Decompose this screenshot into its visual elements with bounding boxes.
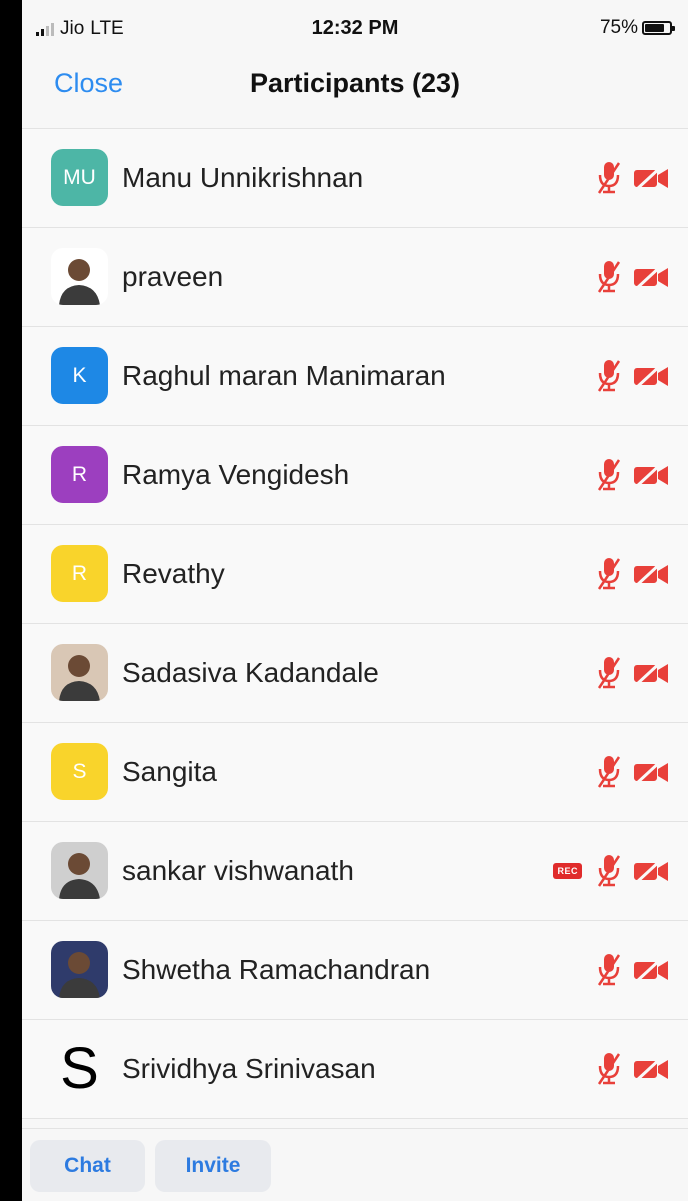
- avatar: [51, 248, 108, 305]
- participant-name: Sadasiva Kadandale: [122, 657, 379, 688]
- battery-percent: 75%: [599, 17, 638, 38]
- participant-list: MU Manu Unnikrishnan praveen K Raghul mara…: [22, 128, 688, 1119]
- participant-row[interactable]: K Raghul maran Manimaran: [22, 327, 688, 426]
- participant-status-icons: [596, 160, 670, 196]
- mic-muted-icon: [596, 1051, 622, 1087]
- nav-bar: Close Participants (23): [22, 58, 688, 122]
- participant-name: Shwetha Ramachandran: [122, 954, 431, 985]
- participant-name: sankar vishwanath: [122, 855, 354, 886]
- avatar: R: [51, 446, 108, 503]
- avatar: K: [51, 347, 108, 404]
- participant-name: Ramya Vengidesh: [122, 459, 350, 490]
- avatar: MU: [51, 149, 108, 206]
- video-off-icon: [632, 659, 670, 687]
- participant-row[interactable]: R Ramya Vengidesh: [22, 426, 688, 525]
- video-off-icon: [632, 758, 670, 786]
- chat-button[interactable]: Chat: [30, 1140, 145, 1192]
- avatar: [51, 842, 108, 899]
- avatar-initials: R: [71, 462, 88, 486]
- participant-status-icons: [596, 556, 670, 592]
- bottom-bar: Chat Invite: [22, 1128, 688, 1201]
- avatar-initials: R: [71, 561, 88, 585]
- video-off-icon: [632, 956, 670, 984]
- mic-muted-icon: [596, 655, 622, 691]
- battery-status: 75%: [599, 17, 675, 39]
- avatar-initials: S: [60, 1040, 99, 1097]
- battery-icon: [642, 21, 675, 35]
- avatar-initials: MU: [63, 165, 96, 189]
- participant-status-icons: [596, 457, 670, 493]
- participant-status-icons: [596, 754, 670, 790]
- video-off-icon: [632, 461, 670, 489]
- mic-muted-icon: [596, 259, 622, 295]
- mic-muted-icon: [596, 457, 622, 493]
- clock: 12:32 PM: [311, 17, 399, 39]
- avatar: [51, 941, 108, 998]
- status-bar: Jio LTE 12:32 PM 75%: [22, 0, 688, 58]
- participant-name: Revathy: [122, 558, 225, 589]
- page-title: Participants (23): [249, 68, 461, 98]
- video-off-icon: [632, 362, 670, 390]
- avatar: S: [51, 1040, 108, 1097]
- mic-muted-icon: [596, 358, 622, 394]
- participant-status-icons: [596, 952, 670, 988]
- avatar-initials: K: [72, 363, 87, 387]
- avatar: S: [51, 743, 108, 800]
- invite-button[interactable]: Invite: [155, 1140, 271, 1192]
- participant-status-icons: [596, 358, 670, 394]
- video-off-icon: [632, 857, 670, 885]
- participant-row[interactable]: R Revathy: [22, 525, 688, 624]
- participant-status-icons: [596, 655, 670, 691]
- participant-row[interactable]: S Srividhya Srinivasan: [22, 1020, 688, 1119]
- participant-row[interactable]: sankar vishwanath REC: [22, 822, 688, 921]
- participant-name: Manu Unnikrishnan: [122, 162, 364, 193]
- participant-name: Sangita: [122, 756, 217, 787]
- video-off-icon: [632, 164, 670, 192]
- mic-muted-icon: [596, 853, 622, 889]
- avatar: R: [51, 545, 108, 602]
- participant-row[interactable]: MU Manu Unnikrishnan: [22, 129, 688, 228]
- video-off-icon: [632, 560, 670, 588]
- video-off-icon: [632, 263, 670, 291]
- mic-muted-icon: [596, 160, 622, 196]
- participant-status-icons: REC: [553, 853, 670, 889]
- participants-screen: Jio LTE 12:32 PM 75% Close Participants …: [22, 0, 688, 1201]
- participant-row[interactable]: Shwetha Ramachandran: [22, 921, 688, 1020]
- participant-name: Srividhya Srinivasan: [122, 1053, 376, 1084]
- mic-muted-icon: [596, 952, 622, 988]
- participant-name: praveen: [122, 261, 224, 292]
- participant-name: Raghul maran Manimaran: [122, 360, 446, 391]
- participant-status-icons: [596, 259, 670, 295]
- avatar-initials: S: [72, 759, 87, 783]
- mic-muted-icon: [596, 556, 622, 592]
- video-off-icon: [632, 1055, 670, 1083]
- participant-row[interactable]: Sadasiva Kadandale: [22, 624, 688, 723]
- participant-row[interactable]: praveen: [22, 228, 688, 327]
- mic-muted-icon: [596, 754, 622, 790]
- rec-badge: REC: [553, 863, 582, 879]
- avatar: [51, 644, 108, 701]
- participant-status-icons: [596, 1051, 670, 1087]
- participant-row[interactable]: S Sangita: [22, 723, 688, 822]
